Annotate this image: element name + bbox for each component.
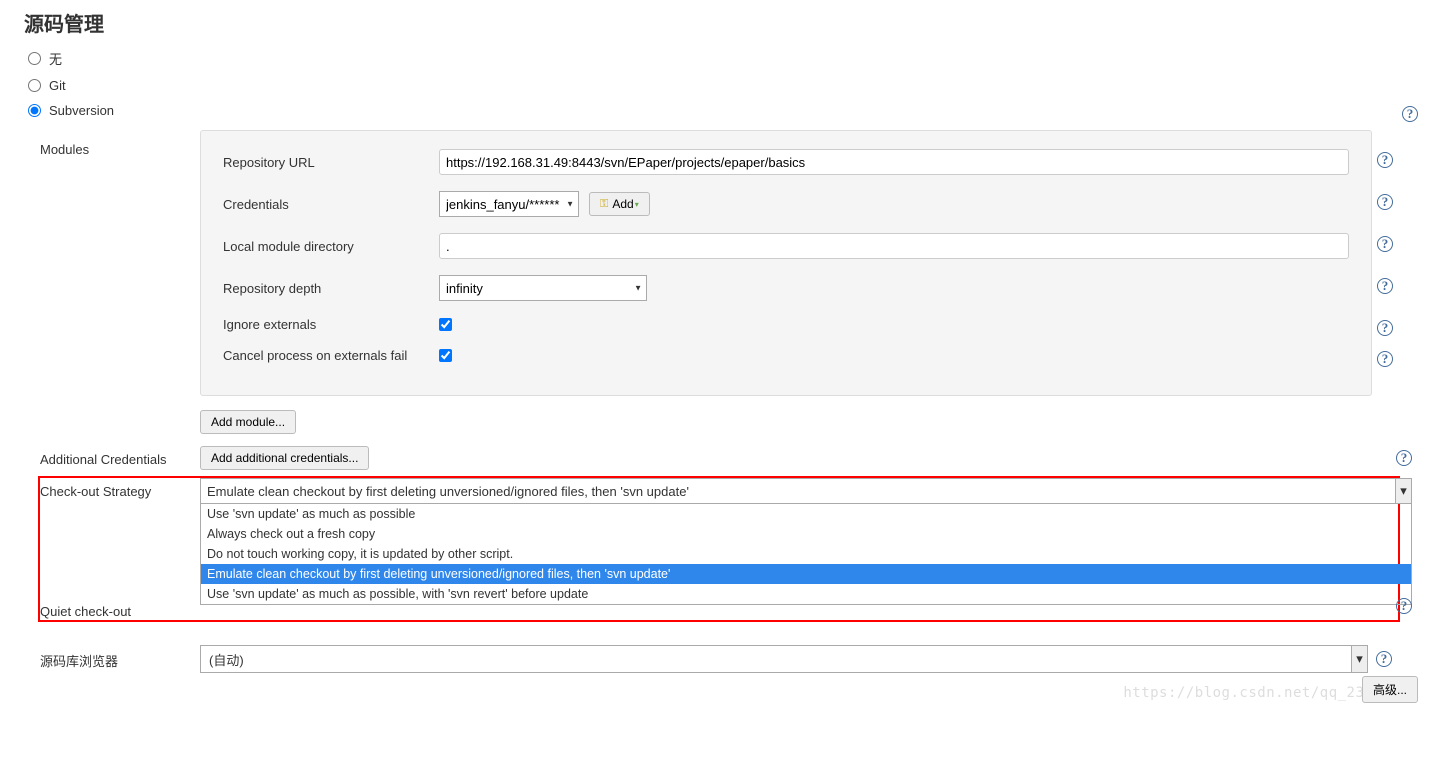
depth-label: Repository depth <box>223 281 439 296</box>
add-cred-label: Add <box>612 197 633 211</box>
checkout-strategy-value: Emulate clean checkout by first deleting… <box>201 484 1395 499</box>
depth-select[interactable]: infinity <box>439 275 647 301</box>
strategy-option-0[interactable]: Use 'svn update' as much as possible <box>201 504 1411 524</box>
help-icon[interactable]: ? <box>1377 152 1393 168</box>
modules-label: Modules <box>40 142 200 157</box>
scm-radio-group: 无 Git Subversion ? <box>0 49 1432 130</box>
strategy-option-3[interactable]: Emulate clean checkout by first deleting… <box>201 564 1411 584</box>
section-title: 源码管理 <box>0 0 1432 49</box>
scm-label-git: Git <box>49 78 66 93</box>
local-dir-label: Local module directory <box>223 239 439 254</box>
strategy-option-1[interactable]: Always check out a fresh copy <box>201 524 1411 544</box>
help-icon[interactable]: ? <box>1376 651 1392 667</box>
additional-credentials-label: Additional Credentials <box>40 446 200 467</box>
quiet-checkout-label: Quiet check-out <box>40 598 200 619</box>
key-icon: ⚿ <box>600 198 608 211</box>
help-icon[interactable]: ? <box>1377 320 1393 336</box>
repo-browser-select[interactable]: (自动) ▾ <box>200 645 1368 673</box>
scm-label-none: 无 <box>49 49 62 68</box>
repo-url-label: Repository URL <box>223 155 439 170</box>
help-icon[interactable]: ? <box>1377 351 1393 367</box>
scm-radio-none[interactable] <box>28 52 41 65</box>
scm-option-git-row: Git <box>28 78 1432 93</box>
checkout-strategy-dropdown: Use 'svn update' as much as possible Alw… <box>200 504 1412 605</box>
scm-radio-subversion[interactable] <box>28 104 41 117</box>
repo-browser-label: 源码库浏览器 <box>40 645 200 670</box>
ignore-externals-checkbox[interactable] <box>439 318 452 331</box>
strategy-option-2[interactable]: Do not touch working copy, it is updated… <box>201 544 1411 564</box>
help-icon[interactable]: ? <box>1402 106 1418 122</box>
credentials-select[interactable]: jenkins_fanyu/****** <box>439 191 579 217</box>
help-icon[interactable]: ? <box>1377 278 1393 294</box>
cancel-externals-label: Cancel process on externals fail <box>223 348 439 363</box>
ignore-externals-label: Ignore externals <box>223 317 439 332</box>
repo-browser-value: (自动) <box>201 650 1351 669</box>
checkout-strategy-label: Check-out Strategy <box>40 478 200 499</box>
advanced-button[interactable]: 高级... <box>1362 676 1418 703</box>
scm-label-subversion: Subversion <box>49 103 114 118</box>
help-icon[interactable]: ? <box>1377 194 1393 210</box>
add-credentials-button[interactable]: ⚿ Add ▾ <box>589 192 650 216</box>
local-dir-input[interactable] <box>439 233 1349 259</box>
help-icon[interactable]: ? <box>1396 450 1412 466</box>
credentials-label: Credentials <box>223 197 439 212</box>
module-box: Repository URL ? Credentials jenk <box>200 130 1372 396</box>
help-icon[interactable]: ? <box>1396 598 1412 614</box>
add-dropdown-icon: ▾ <box>635 200 639 209</box>
chevron-down-icon: ▾ <box>1395 479 1411 503</box>
add-additional-credentials-button[interactable]: Add additional credentials... <box>200 446 369 470</box>
chevron-down-icon: ▾ <box>1351 646 1367 672</box>
checkout-strategy-select[interactable]: Emulate clean checkout by first deleting… <box>200 478 1412 504</box>
help-icon[interactable]: ? <box>1377 236 1393 252</box>
repo-url-input[interactable] <box>439 149 1349 175</box>
scm-option-subversion-row: Subversion <box>28 103 114 118</box>
scm-option-none-row: 无 <box>28 49 1432 68</box>
add-module-button[interactable]: Add module... <box>200 410 296 434</box>
cancel-externals-checkbox[interactable] <box>439 349 452 362</box>
scm-radio-git[interactable] <box>28 79 41 92</box>
